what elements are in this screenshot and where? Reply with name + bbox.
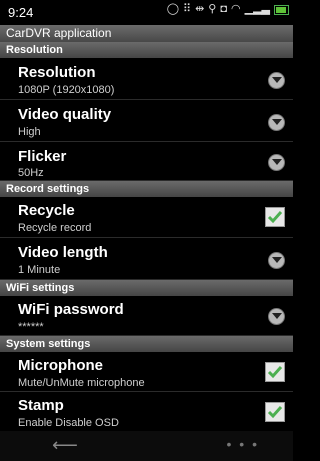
setting-title: WiFi password [18,301,124,318]
more-icon[interactable]: • • • [227,436,259,452]
setting-title: Recycle [18,202,75,219]
chevron-down-icon[interactable] [268,252,285,269]
chevron-down-icon[interactable] [268,308,285,325]
setting-title: Resolution [18,64,96,81]
section-wifi: WiFi settings [0,280,293,296]
checkmark-icon [267,211,283,224]
status-time: 9:24 [8,5,34,20]
checkmark-icon [267,406,283,419]
usb-icon: ⇹ [195,3,205,15]
setting-flicker[interactable]: Flicker 50Hz [0,142,293,181]
setting-resolution[interactable]: Resolution 1080P (1920x1080) [0,58,293,100]
setting-video-quality[interactable]: Video quality High [0,100,293,142]
app-title: CarDVR application [0,25,293,42]
setting-value: Enable Disable OSD [18,417,119,429]
setting-title: Video length [18,244,108,261]
download-icon: ◘ [220,3,227,15]
setting-value: 1080P (1920x1080) [18,84,115,96]
chevron-down-icon[interactable] [268,114,285,131]
apps-icon: ⠿ [183,3,192,15]
stamp-checkbox[interactable] [265,402,285,422]
setting-title: Flicker [18,148,67,165]
chat-icon: ◯ [166,3,179,15]
recycle-checkbox[interactable] [265,207,285,227]
setting-title: Video quality [18,106,112,123]
setting-recycle[interactable]: Recycle Recycle record [0,197,293,238]
section-system: System settings [0,336,293,352]
setting-stamp[interactable]: Stamp Enable Disable OSD [0,392,293,431]
microphone-checkbox[interactable] [265,362,285,382]
setting-title: Stamp [18,397,64,414]
back-arrow-icon[interactable]: ⟵ [52,435,78,456]
wifi-icon: ◠ [231,3,241,15]
setting-wifi-password[interactable]: WiFi password ****** [0,296,293,336]
setting-value: 1 Minute [18,264,61,276]
status-bar: 9:24 ◯ ⠿ ⇹ ⚲ ◘ ◠ ▁▂▃ [0,0,293,25]
navigation-bar: ⟵ • • • [0,431,293,461]
status-icons: ◯ ⠿ ⇹ ⚲ ◘ ◠ ▁▂▃ [167,4,289,15]
chevron-down-icon[interactable] [268,72,285,89]
setting-value: 50Hz [18,167,44,179]
setting-title: Microphone [18,357,103,374]
setting-value: ****** [18,321,44,333]
signal-icon: ▁▂▃ [244,3,270,15]
setting-microphone[interactable]: Microphone Mute/UnMute microphone [0,352,293,392]
setting-value: Mute/UnMute microphone [18,377,145,389]
debug-icon: ⚲ [208,3,217,15]
chevron-down-icon[interactable] [268,154,285,171]
checkmark-icon [267,366,283,379]
section-resolution: Resolution [0,42,293,58]
section-record: Record settings [0,181,293,197]
setting-value: Recycle record [18,222,92,234]
setting-value: High [18,126,41,138]
setting-video-length[interactable]: Video length 1 Minute [0,238,293,280]
battery-icon [274,4,289,15]
